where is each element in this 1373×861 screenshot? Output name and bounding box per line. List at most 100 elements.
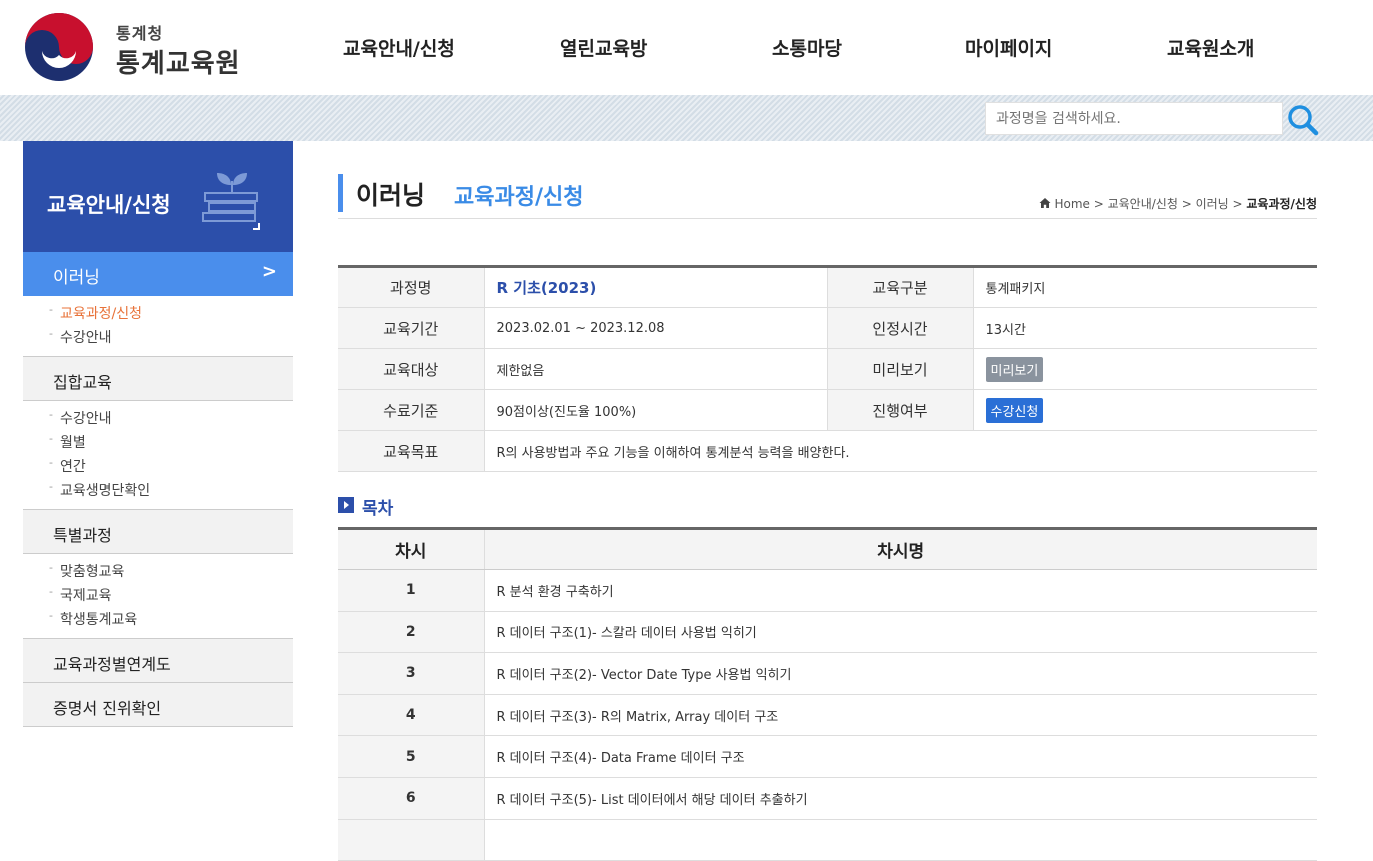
chevron-right-icon: > [261,261,277,282]
table-row: 4R 데이터 구조(3)- R의 Matrix, Array 데이터 구조 [338,694,1317,737]
breadcrumb-current: 교육과정/신청 [1246,197,1317,211]
arrow-box-icon [338,497,354,513]
status-cell: 수강신청 [973,389,1317,431]
criteria-value: 90점이상(진도율 100%) [484,389,827,431]
nav-education-apply[interactable]: 교육안내/신청 [343,34,455,61]
sidebar-sub-guide[interactable]: 수강안내 [47,403,293,431]
sidebar-sub-trainee-list[interactable]: 교육생명단확인 [47,475,293,503]
lesson-name [484,819,1317,861]
org-small-name: 통계청 [116,24,164,43]
sidebar-heading: 교육안내/신청 [23,141,293,252]
sidebar-item-label: 교육과정별연계도 [53,655,171,674]
sidebar-sub-course-apply[interactable]: 교육과정/신청 [47,298,293,326]
sidebar-sub-custom[interactable]: 맞춤형교육 [47,556,293,584]
title-accent-bar [338,174,343,212]
lesson-name: R 분석 환경 구축하기 [484,569,1317,612]
lesson-name: R 데이터 구조(5)- List 데이터에서 해당 데이터 추출하기 [484,777,1317,820]
preview-button[interactable]: 미리보기 [985,356,1044,382]
sidebar-item-label: 집합교육 [53,373,112,392]
toc-title: 목차 [362,499,394,519]
lesson-no [338,819,485,861]
sidebar-item-label: 증명서 진위확인 [53,699,162,718]
toc-col-name: 차시명 [484,528,1317,570]
taegeuk-logo-icon [25,13,93,81]
table-row: 5R 데이터 구조(4)- Data Frame 데이터 구조 [338,735,1317,778]
sidebar-item-roadmap[interactable]: 교육과정별연계도 [23,639,293,683]
lesson-name: R 데이터 구조(4)- Data Frame 데이터 구조 [484,735,1317,778]
sidebar-sub-guide[interactable]: 수강안내 [47,322,293,350]
lesson-name: R 데이터 구조(1)- 스칼라 데이터 사용법 익히기 [484,611,1317,654]
preview-label: 미리보기 [826,348,974,390]
nav-open-classroom[interactable]: 열린교육방 [560,34,647,61]
course-type: 통계패키지 [973,266,1317,308]
site-header: 통계청 통계교육원 교육안내/신청 열린교육방 소통마당 마이페이지 교육원소개 [0,0,1373,95]
period-value: 2023.02.01 ~ 2023.12.08 [484,307,827,349]
hours-value: 13시간 [973,307,1317,349]
nav-about[interactable]: 교육원소개 [1167,34,1254,61]
sidebar-item-special[interactable]: 특별과정 [23,510,293,554]
sidebar-item-label: 이러닝 [53,268,100,288]
sidebar-item-certificate[interactable]: 증명서 진위확인 [23,683,293,727]
org-big-name: 통계교육원 [116,49,241,79]
breadcrumb-home[interactable]: Home [1054,197,1089,211]
period-label: 교육기간 [338,307,485,349]
group-education-subs: 수강안내 월별 연간 교육생명단확인 [23,401,293,510]
goal-value: R의 사용방법과 주요 기능을 이해하여 통계분석 능력을 배양한다. [484,430,1317,472]
title-divider [338,218,1317,219]
home-icon [1039,198,1051,208]
special-subs: 맞춤형교육 국제교육 학생통계교육 [23,554,293,639]
page-title: 이러닝 [356,181,426,210]
hours-label: 인정시간 [826,307,974,349]
table-row: 교육대상 제한없음 미리보기 미리보기 [338,348,1317,390]
breadcrumb-education[interactable]: 교육안내/신청 [1108,197,1178,211]
course-search-input[interactable] [985,102,1283,135]
table-row: 6R 데이터 구조(5)- List 데이터에서 해당 데이터 추출하기 [338,777,1317,820]
sidebar-item-elearning[interactable]: 이러닝 > [23,252,293,296]
books-plant-icon [202,173,260,230]
toc-table: 차시 차시명 1R 분석 환경 구축하기 2R 데이터 구조(1)- 스칼라 데… [338,527,1317,861]
breadcrumb-elearning[interactable]: 이러닝 [1196,197,1229,211]
table-row: 교육목표 R의 사용방법과 주요 기능을 이해하여 통계분석 능력을 배양한다. [338,430,1317,472]
sidebar-heading-title: 교육안내/신청 [47,193,171,217]
course-type-label: 교육구분 [826,266,974,308]
table-row: 2R 데이터 구조(1)- 스칼라 데이터 사용법 익히기 [338,611,1317,654]
lesson-no: 5 [338,735,485,778]
search-icon [1288,105,1319,136]
goal-label: 교육목표 [338,430,485,472]
sidebar-sub-student[interactable]: 학생통계교육 [47,604,293,632]
table-row: 과정명 R 기초(2023) 교육구분 통계패키지 [338,266,1317,308]
lesson-name: R 데이터 구조(3)- R의 Matrix, Array 데이터 구조 [484,694,1317,737]
sidebar-sub-monthly[interactable]: 월별 [47,427,293,455]
lesson-no: 2 [338,611,485,654]
table-header-row: 차시 차시명 [338,528,1317,570]
lesson-no: 4 [338,694,485,737]
sidebar-item-label: 특별과정 [53,526,112,545]
preview-cell: 미리보기 [973,348,1317,390]
elearning-subs: 교육과정/신청 수강안내 [23,296,293,357]
nav-community[interactable]: 소통마당 [772,34,842,61]
status-label: 진행여부 [826,389,974,431]
lesson-no: 3 [338,652,485,695]
nav-mypage[interactable]: 마이페이지 [965,34,1052,61]
breadcrumb: Home > 교육안내/신청 > 이러닝 > 교육과정/신청 [1039,195,1317,212]
target-label: 교육대상 [338,348,485,390]
site-logo[interactable]: 통계청 통계교육원 [22,11,262,83]
left-sidebar: 교육안내/신청 이러닝 > 교육과정/신청 수강안내 집합교육 수강안내 월별 … [23,141,293,727]
course-name-label: 과정명 [338,266,485,308]
page-subtitle: 교육과정/신청 [454,185,584,210]
course-info-table: 과정명 R 기초(2023) 교육구분 통계패키지 교육기간 2023.02.0… [338,265,1317,472]
sidebar-item-group-education[interactable]: 집합교육 [23,357,293,401]
criteria-label: 수료기준 [338,389,485,431]
main-nav: 교육안내/신청 열린교육방 소통마당 마이페이지 교육원소개 [300,0,1373,95]
target-value: 제한없음 [484,348,827,390]
apply-button[interactable]: 수강신청 [985,397,1044,423]
sidebar-sub-international[interactable]: 국제교육 [47,580,293,608]
sidebar-sub-yearly[interactable]: 연간 [47,451,293,479]
table-row: 교육기간 2023.02.01 ~ 2023.12.08 인정시간 13시간 [338,307,1317,349]
lesson-no: 6 [338,777,485,820]
lesson-no: 1 [338,569,485,612]
search-button[interactable] [1287,104,1319,136]
course-name-cell: R 기초(2023) [484,266,827,308]
toc-col-no: 차시 [338,528,485,570]
table-row [338,819,1317,861]
